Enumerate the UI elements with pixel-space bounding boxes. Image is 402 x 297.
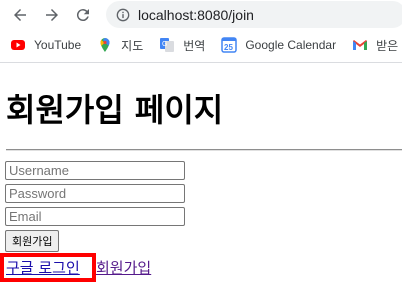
bookmark-label: 번역 [183, 38, 206, 53]
email-input[interactable] [5, 207, 185, 226]
browser-chrome: localhost:8080/join YouTube 지도 G 번역 25 G… [0, 0, 402, 63]
maps-icon [100, 38, 110, 52]
svg-text:G: G [162, 41, 167, 48]
bookmark-translate[interactable]: G 번역 [159, 37, 205, 54]
bookmarks-bar: YouTube 지도 G 번역 25 Google Calendar 받은 [0, 32, 402, 58]
reload-icon [76, 9, 89, 22]
title-divider [6, 149, 402, 151]
calendar-icon: 25 [221, 37, 238, 53]
youtube-icon [11, 40, 25, 50]
submit-button[interactable]: 회원가입 [5, 230, 60, 252]
gmail-icon [353, 40, 368, 50]
address-bar[interactable]: localhost:8080/join [106, 1, 402, 28]
bookmark-google-calendar[interactable]: 25 Google Calendar [221, 37, 336, 53]
bookmark-youtube[interactable]: YouTube [10, 37, 81, 53]
google-login-link[interactable]: 구글 로그인 [6, 257, 80, 278]
translate-icon: G [160, 38, 175, 52]
forward-button[interactable] [40, 3, 64, 27]
back-button[interactable] [8, 3, 32, 27]
bookmark-label: 받은 [376, 38, 399, 53]
url-text[interactable]: localhost:8080/join [138, 7, 254, 23]
bookmark-label: Google Calendar [245, 38, 337, 52]
bookmark-maps[interactable]: 지도 [97, 37, 143, 54]
navigation-bar: localhost:8080/join [0, 0, 402, 30]
bookmark-label: 지도 [121, 38, 144, 53]
bookmark-label: YouTube [34, 38, 82, 52]
page-content: 회원가입 페이지 회원가입 구글 로그인 회원가입 [0, 63, 402, 297]
page-title: 회원가입 페이지 [6, 91, 224, 129]
arrow-left-icon [14, 9, 26, 21]
join-link[interactable]: 회원가입 [96, 257, 151, 278]
arrow-right-icon [46, 9, 58, 21]
username-input[interactable] [5, 161, 185, 180]
bookmark-gmail[interactable]: 받은 [352, 37, 398, 54]
reload-button[interactable] [71, 3, 95, 27]
info-icon[interactable] [116, 8, 130, 22]
password-input[interactable] [5, 184, 185, 203]
svg-text:25: 25 [224, 43, 233, 52]
